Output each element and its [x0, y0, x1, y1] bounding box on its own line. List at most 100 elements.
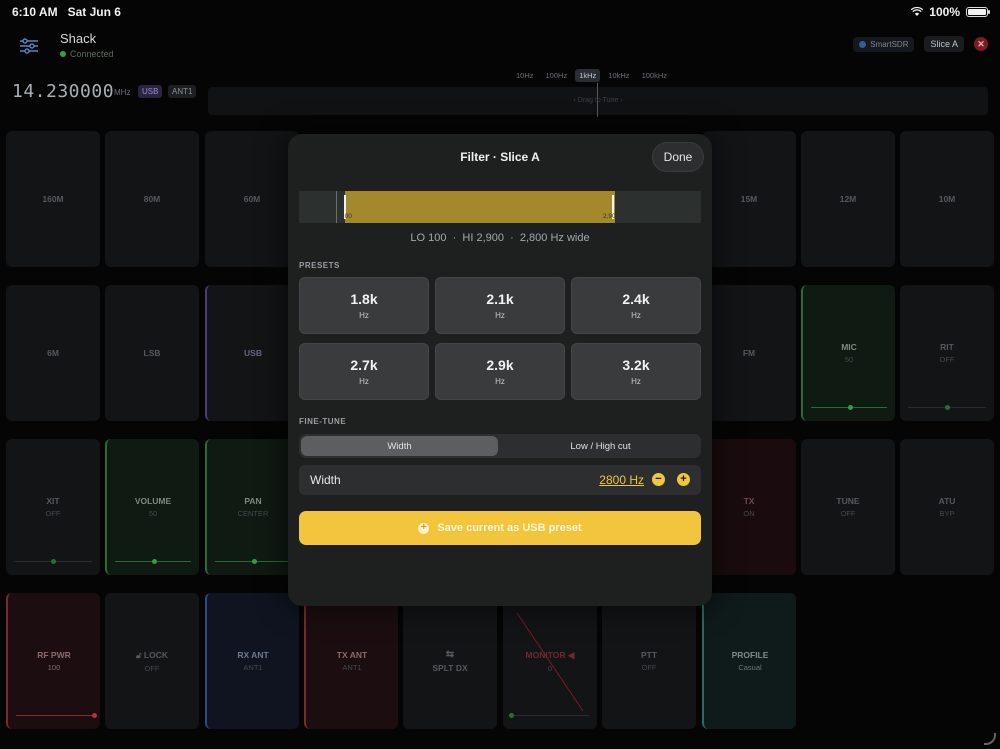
frequency-readout[interactable]: 14.230000: [12, 81, 114, 102]
tile-value: OFF: [939, 355, 955, 364]
smartsdr-chip[interactable]: SmartSDR: [853, 36, 915, 52]
plus-icon[interactable]: +: [677, 473, 690, 486]
tile-value: 0: [547, 663, 553, 673]
tune-bar[interactable]: ‹ Drag to Tune ›: [208, 83, 988, 117]
mode-tile-lsb[interactable]: LSB: [105, 285, 199, 421]
status-time: 6:10 AM: [12, 5, 58, 19]
tile-label: RX ANT: [237, 650, 269, 660]
smartsdr-dot-icon: [859, 40, 867, 48]
profile-tile[interactable]: PROFILE Casual: [702, 593, 796, 729]
band-tile-15m[interactable]: 15M: [702, 131, 796, 267]
mic-tile[interactable]: MIC 50: [801, 285, 895, 421]
monitor-label-row: MONITOR ◀︎: [526, 650, 575, 661]
tile-label: 160M: [42, 194, 64, 204]
tx-antenna-tile[interactable]: TX ANT ANT1: [304, 593, 398, 729]
preset-unit: Hz: [631, 311, 641, 320]
band-tile-80m[interactable]: 80M: [105, 131, 199, 267]
rx-antenna-tile[interactable]: RX ANT ANT1: [205, 593, 299, 729]
width-value[interactable]: 2800 Hz: [599, 473, 644, 487]
sliders-menu-icon[interactable]: [18, 36, 40, 56]
frequency-unit: MHz: [114, 88, 131, 97]
tile-label: SPLT DX: [432, 663, 468, 673]
smartsdr-label: SmartSDR: [870, 39, 909, 49]
tile-value: BYP: [939, 509, 955, 518]
battery-percent: 100%: [929, 5, 960, 19]
preset-button-2-1k[interactable]: 2.1k Hz: [435, 277, 565, 334]
pan-tile[interactable]: PAN CENTER: [205, 439, 299, 575]
swap-icon: ⇆: [445, 649, 455, 660]
wifi-icon: [911, 7, 924, 16]
lock-tile[interactable]: 🔓︎ LOCK OFF: [105, 593, 199, 729]
mode-tile-usb[interactable]: USB: [205, 285, 299, 421]
split-dx-tile[interactable]: ⇆ SPLT DX: [403, 593, 497, 729]
preset-unit: Hz: [495, 377, 505, 386]
monitor-tile[interactable]: MONITOR ◀︎ 0: [503, 593, 597, 729]
segment-width[interactable]: Width: [301, 436, 498, 456]
lock-label-row: 🔓︎ LOCK: [136, 650, 168, 661]
mode-chip[interactable]: USB: [138, 85, 163, 98]
tile-label: 6M: [47, 348, 59, 358]
preset-button-3-2k[interactable]: 3.2k Hz: [571, 343, 701, 400]
passband-display[interactable]: 100 2,900: [299, 191, 701, 223]
status-bar: 6:10 AM Sat Jun 6 100%: [0, 0, 1000, 24]
preset-button-2-9k[interactable]: 2.9k Hz: [435, 343, 565, 400]
rf-power-slider-knob[interactable]: [91, 713, 97, 718]
battery-icon: [966, 7, 990, 17]
preset-value: 2.4k: [622, 291, 650, 307]
connection-label: Connected: [70, 49, 114, 59]
pan-slider-knob[interactable]: [251, 559, 257, 564]
tile-value: OFF: [641, 663, 657, 672]
step-100hz[interactable]: 100Hz: [542, 69, 572, 82]
connection-status: Connected: [60, 49, 114, 59]
ptt-tile[interactable]: PTT OFF: [602, 593, 696, 729]
lock-icon: 🔓︎: [136, 649, 144, 660]
passband-fill[interactable]: [345, 191, 615, 223]
filter-modal: Filter · Slice A Done 100 2,900 LO 100 ·…: [288, 134, 712, 606]
atu-tile[interactable]: ATU BYP: [900, 439, 994, 575]
rf-power-tile[interactable]: RF PWR 100: [6, 593, 100, 729]
tune-hint: ‹ Drag to Tune ›: [573, 97, 623, 104]
mode-tile-fm[interactable]: FM: [702, 285, 796, 421]
status-date: Sat Jun 6: [67, 5, 121, 19]
band-tile-60m[interactable]: 60M: [205, 131, 299, 267]
segment-low-high-cut[interactable]: Low / High cut: [502, 436, 699, 456]
minus-icon[interactable]: −: [652, 473, 665, 486]
monitor-slider-knob[interactable]: [508, 713, 514, 718]
slice-chip[interactable]: Slice A: [924, 36, 964, 52]
band-tile-12m[interactable]: 12M: [801, 131, 895, 267]
preset-button-2-4k[interactable]: 2.4k Hz: [571, 277, 701, 334]
tile-value: ANT1: [243, 663, 263, 672]
volume-slider-knob[interactable]: [151, 559, 157, 564]
app-title: Shack: [60, 31, 97, 46]
step-100khz[interactable]: 100kHz: [638, 69, 671, 82]
tune-tile[interactable]: TUNE OFF: [801, 439, 895, 575]
antenna-chip[interactable]: ANT1: [168, 85, 197, 98]
tile-label: MONITOR: [525, 649, 566, 660]
step-1khz[interactable]: 1kHz: [575, 69, 601, 82]
preset-button-2-7k[interactable]: 2.7k Hz: [299, 343, 429, 400]
band-tile-10m[interactable]: 10M: [900, 131, 994, 267]
done-button[interactable]: Done: [652, 142, 704, 172]
mic-slider-knob[interactable]: [847, 405, 853, 410]
rit-tile[interactable]: RIT OFF: [900, 285, 994, 421]
step-10hz[interactable]: 10Hz: [512, 69, 538, 82]
band-tile-160m[interactable]: 160M: [6, 131, 100, 267]
band-tile-6m[interactable]: 6M: [6, 285, 100, 421]
step-10khz[interactable]: 10kHz: [604, 69, 633, 82]
close-icon[interactable]: ✕: [974, 37, 988, 51]
rit-slider-knob[interactable]: [944, 405, 950, 410]
preset-button-1-8k[interactable]: 1.8k Hz: [299, 277, 429, 334]
volume-tile[interactable]: VOLUME 50: [105, 439, 199, 575]
preset-value: 3.2k: [622, 357, 650, 373]
xit-tile[interactable]: XIT OFF: [6, 439, 100, 575]
tile-label: LOCK: [143, 649, 168, 660]
xit-slider-knob[interactable]: [50, 559, 56, 564]
width-row: Width 2800 Hz − +: [299, 465, 701, 495]
tile-value: OFF: [840, 509, 856, 518]
tile-label: PTT: [640, 650, 658, 660]
tile-label: LSB: [143, 348, 161, 358]
resize-handle-icon[interactable]: [984, 733, 996, 745]
save-preset-button[interactable]: + Save current as USB preset: [299, 511, 701, 545]
tx-tile[interactable]: TX ON: [702, 439, 796, 575]
tile-label: 12M: [839, 194, 857, 204]
